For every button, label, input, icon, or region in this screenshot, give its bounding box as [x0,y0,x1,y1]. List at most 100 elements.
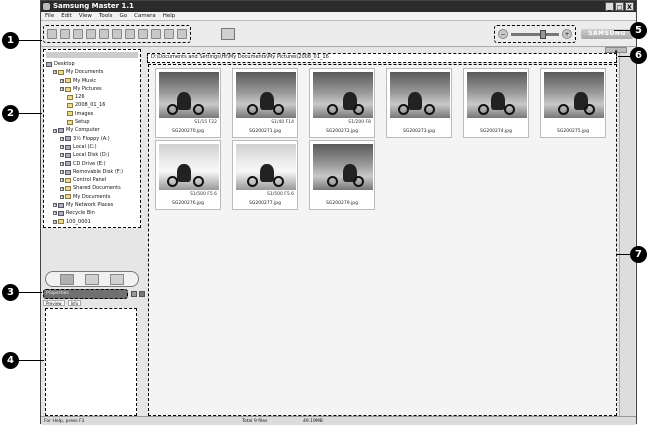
tree-item[interactable]: Setup [46,118,138,126]
tree-item[interactable]: + Shared Documents [46,184,138,192]
cyclist-figure [177,92,191,110]
expand-icon[interactable]: + [53,70,57,75]
tree-item[interactable]: + CD Drive (E:) [46,160,138,168]
floppy-icon [65,136,71,142]
thumbnail-filename: SG200270.jpg [172,129,204,134]
expand-icon[interactable]: + [60,186,64,191]
tree-item[interactable]: + My Documents [46,68,138,76]
panel-close-button[interactable] [139,291,145,297]
copy-icon[interactable] [73,29,83,39]
expand-icon[interactable]: + [60,78,64,83]
cut-icon[interactable] [112,29,122,39]
menu-help[interactable]: Help [163,12,176,20]
favorites-tab-icon[interactable] [84,273,99,285]
callout-leader [618,56,630,57]
vertical-scrollbar[interactable] [619,53,635,416]
menu-tools[interactable]: Tools [99,12,113,20]
tree-item[interactable]: + Recycle Bin [46,209,138,217]
email-icon[interactable] [151,29,161,39]
thumbnail-image [390,72,450,118]
save-icon[interactable] [60,29,70,39]
undo-icon[interactable] [86,29,96,39]
expand-icon[interactable]: + [53,128,57,133]
camera-tab-icon[interactable] [110,273,125,285]
tree-item[interactable]: + My Music [46,77,138,85]
minimize-button[interactable]: _ [605,2,614,11]
bicycle-wheel [247,176,258,187]
tree-item[interactable]: Images [46,110,138,118]
expand-icon[interactable]: + [60,87,64,92]
maximize-button[interactable]: □ [615,2,624,11]
expand-icon[interactable]: + [53,203,57,208]
tree-item[interactable]: + My Documents [46,193,138,201]
close-button[interactable]: X [625,2,634,11]
redo-icon[interactable] [99,29,109,39]
expand-icon[interactable]: + [60,178,64,183]
bicycle-wheel [353,176,364,187]
zoom-out-icon[interactable]: − [498,29,508,39]
tree-item-label: My Documents [66,69,104,76]
expand-icon[interactable]: + [60,145,64,150]
panel-toggle-button[interactable] [131,291,137,297]
tree-item[interactable]: + My Computer [46,126,138,134]
tree-item[interactable]: + Control Panel [46,176,138,184]
menu-go[interactable]: Go [120,12,128,20]
tree-item[interactable]: + My Pictures [46,85,138,93]
expand-icon[interactable]: + [53,219,57,224]
folder-icon [65,194,71,200]
thumbnail[interactable]: S1/40 F14 SG200271.jpg [232,68,298,138]
expand-icon[interactable]: + [60,170,64,174]
tab-info[interactable]: Info [67,300,82,306]
expand-icon[interactable]: + [60,136,64,141]
expand-icon[interactable]: + [60,194,64,199]
thumbnail-exif: S1/500 F5.6 [190,192,217,197]
zoom-in-icon[interactable]: + [562,29,572,39]
callout-marker: 5 [630,22,647,39]
expand-icon[interactable]: + [53,211,57,216]
thumbnail-image [467,72,527,118]
thumbnail[interactable]: SG200273.jpg [386,68,452,138]
expand-icon[interactable]: + [60,161,64,166]
thumbnail[interactable]: S1/500 F5.6 SG200277.jpg [232,140,298,210]
tree-item-label: 2008_01_16 [75,102,106,109]
tree-item[interactable]: +100_0001 [46,218,138,226]
title-bar: Samsung Master 1.1 _ □ X [41,1,636,12]
slideshow-icon[interactable] [164,29,174,39]
menu-camera[interactable]: Camera [134,12,156,20]
thumbnail[interactable]: SG200279.jpg [309,140,375,210]
zoom-slider-handle[interactable] [539,29,546,39]
thumbnail[interactable]: S1/200 F8 SG200272.jpg [309,68,375,138]
path-bar[interactable]: D:\Documents and Settings\Ht\My Document… [147,53,617,63]
tree-item[interactable]: 126 [46,93,138,101]
drive-icon [65,169,71,175]
drive-icon [65,152,71,158]
tree-item[interactable]: +3½ Floppy (A:) [46,135,138,143]
menu-view[interactable]: View [79,12,92,20]
thumbnail-exif: S1/40 F14 [271,120,294,125]
tab-preview[interactable]: Preview [43,300,65,306]
folder-icon [67,103,73,109]
properties-icon[interactable] [177,29,187,39]
thumbnail[interactable]: SG200274.jpg [463,68,529,138]
menu-edit[interactable]: Edit [61,12,72,20]
bicycle-wheel [353,104,364,115]
tree-item[interactable]: + Local Disk (D:) [46,151,138,159]
tree-view-tab-icon[interactable] [59,273,74,285]
tree-item[interactable]: + Removable Disk (F:) [46,168,138,176]
thumbnail[interactable]: SG200275.jpg [540,68,606,138]
tree-item[interactable]: 2008_01_16 [46,101,138,109]
file-info-bar: Properties [43,289,128,299]
menu-file[interactable]: File [45,12,54,20]
print-icon[interactable] [138,29,148,39]
status-help: For Help, press F1 [44,419,85,424]
tree-item[interactable]: + Local (C:) [46,143,138,151]
thumbnail[interactable]: S1/500 F5.6 SG200276.jpg [155,140,221,210]
thumbnail[interactable]: S1/15 F22 SG200270.jpg [155,68,221,138]
camera-icon[interactable] [221,28,235,40]
paste-icon[interactable] [125,29,135,39]
zoom-slider[interactable] [511,29,559,39]
open-icon[interactable] [47,29,57,39]
tree-item[interactable]: + My Network Places [46,201,138,209]
tree-item[interactable]: Desktop [46,60,138,68]
expand-icon[interactable]: + [60,153,64,158]
